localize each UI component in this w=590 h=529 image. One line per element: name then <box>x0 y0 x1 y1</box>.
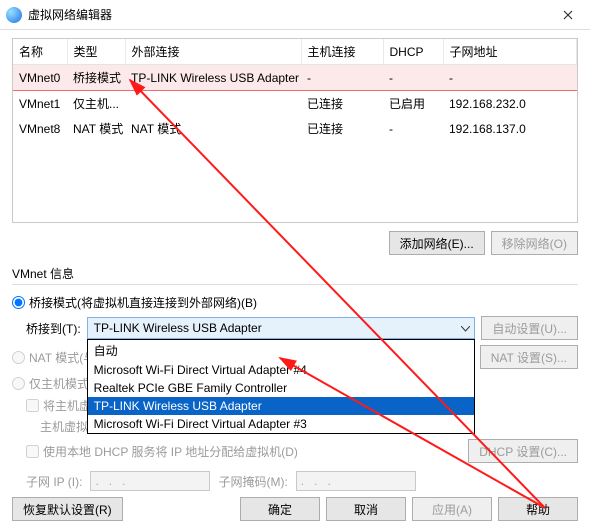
table-header-row: 名称 类型 外部连接 主机连接 DHCP 子网地址 <box>13 39 577 65</box>
use-dhcp-label: 使用本地 DHCP 服务将 IP 地址分配给虚拟机(D) <box>43 443 298 460</box>
app-icon <box>6 7 22 23</box>
subnet-mask-field[interactable] <box>296 471 416 491</box>
nat-mode-radio-input[interactable] <box>12 351 25 364</box>
col-name[interactable]: 名称 <box>13 39 67 65</box>
cell-ext: TP-LINK Wireless USB Adapter <box>125 65 301 91</box>
col-type[interactable]: 类型 <box>67 39 125 65</box>
cell-host: 已连接 <box>301 91 383 117</box>
nat-settings-button[interactable]: NAT 设置(S)... <box>480 345 578 369</box>
bridge-mode-radio-label: 桥接模式(将虚拟机直接连接到外部网络)(B) <box>29 294 257 311</box>
bridge-to-select[interactable]: TP-LINK Wireless USB Adapter <box>87 317 476 339</box>
dhcp-settings-button[interactable]: DHCP 设置(C)... <box>468 439 578 463</box>
subnet-mask-label: 子网掩码(M): <box>218 473 287 490</box>
connect-host-adapter-checkbox[interactable] <box>26 399 39 412</box>
cell-subnet: 192.168.232.0 <box>443 91 577 117</box>
subnet-ip-field[interactable] <box>90 471 210 491</box>
bridge-to-label: 桥接到(T): <box>26 320 81 337</box>
cell-name: VMnet8 <box>13 116 67 141</box>
cell-subnet: 192.168.137.0 <box>443 116 577 141</box>
cell-host: - <box>301 65 383 91</box>
bridge-mode-radio-input[interactable] <box>12 296 25 309</box>
dialog-body: 名称 类型 外部连接 主机连接 DHCP 子网地址 VMnet0桥接模式TP-L… <box>0 30 590 499</box>
cell-subnet: - <box>443 65 577 91</box>
cell-dhcp: - <box>383 65 443 91</box>
bridge-to-select-value: TP-LINK Wireless USB Adapter <box>94 321 262 335</box>
cell-name: VMnet0 <box>13 65 67 91</box>
cell-ext: NAT 模式 <box>125 116 301 141</box>
col-ext[interactable]: 外部连接 <box>125 39 301 65</box>
cancel-button[interactable]: 取消 <box>326 497 406 521</box>
vmnet-info-label: VMnet 信息 <box>12 265 578 282</box>
add-network-button[interactable]: 添加网络(E)... <box>389 231 485 255</box>
vmnet-table[interactable]: 名称 类型 外部连接 主机连接 DHCP 子网地址 VMnet0桥接模式TP-L… <box>12 38 578 223</box>
bottom-button-bar: 恢复默认设置(R) 确定 取消 应用(A) 帮助 <box>12 497 578 521</box>
titlebar: 虚拟网络编辑器 <box>0 0 590 30</box>
close-button[interactable] <box>546 0 590 30</box>
apply-button[interactable]: 应用(A) <box>412 497 492 521</box>
subnet-ip-label: 子网 IP (I): <box>26 473 82 490</box>
cell-type: NAT 模式 <box>67 116 125 141</box>
table-row[interactable]: VMnet8NAT 模式NAT 模式已连接-192.168.137.0 <box>13 116 577 141</box>
dropdown-option[interactable]: 自动 <box>88 340 475 361</box>
cell-type: 桥接模式 <box>67 65 125 91</box>
hostonly-mode-radio-input[interactable] <box>12 377 25 390</box>
remove-network-button[interactable]: 移除网络(O) <box>491 231 578 255</box>
col-host[interactable]: 主机连接 <box>301 39 383 65</box>
help-button[interactable]: 帮助 <box>498 497 578 521</box>
cell-name: VMnet1 <box>13 91 67 117</box>
cell-dhcp: 已启用 <box>383 91 443 117</box>
cell-type: 仅主机... <box>67 91 125 117</box>
window-title: 虚拟网络编辑器 <box>28 6 112 23</box>
bridge-to-dropdown[interactable]: 自动Microsoft Wi-Fi Direct Virtual Adapter… <box>87 339 476 434</box>
vmnet-info-group: 桥接模式(将虚拟机直接连接到外部网络)(B) 桥接到(T): TP-LINK W… <box>12 284 578 491</box>
col-subnet[interactable]: 子网地址 <box>443 39 577 65</box>
dropdown-option[interactable]: TP-LINK Wireless USB Adapter <box>88 397 475 415</box>
dropdown-option[interactable]: Microsoft Wi-Fi Direct Virtual Adapter #… <box>88 361 475 379</box>
bridge-mode-radio[interactable]: 桥接模式(将虚拟机直接连接到外部网络)(B) <box>12 294 257 311</box>
use-dhcp-checkbox[interactable] <box>26 445 39 458</box>
table-row[interactable]: VMnet1仅主机... 已连接已启用192.168.232.0 <box>13 91 577 117</box>
col-dhcp[interactable]: DHCP <box>383 39 443 65</box>
cell-dhcp: - <box>383 116 443 141</box>
auto-settings-button[interactable]: 自动设置(U)... <box>481 316 578 340</box>
dropdown-option[interactable]: Microsoft Wi-Fi Direct Virtual Adapter #… <box>88 415 475 433</box>
restore-defaults-button[interactable]: 恢复默认设置(R) <box>12 497 123 521</box>
dropdown-option[interactable]: Realtek PCIe GBE Family Controller <box>88 379 475 397</box>
table-row[interactable]: VMnet0桥接模式TP-LINK Wireless USB Adapter--… <box>13 65 577 91</box>
cell-ext <box>125 91 301 117</box>
chevron-down-icon <box>461 321 470 335</box>
cell-host: 已连接 <box>301 116 383 141</box>
ok-button[interactable]: 确定 <box>240 497 320 521</box>
